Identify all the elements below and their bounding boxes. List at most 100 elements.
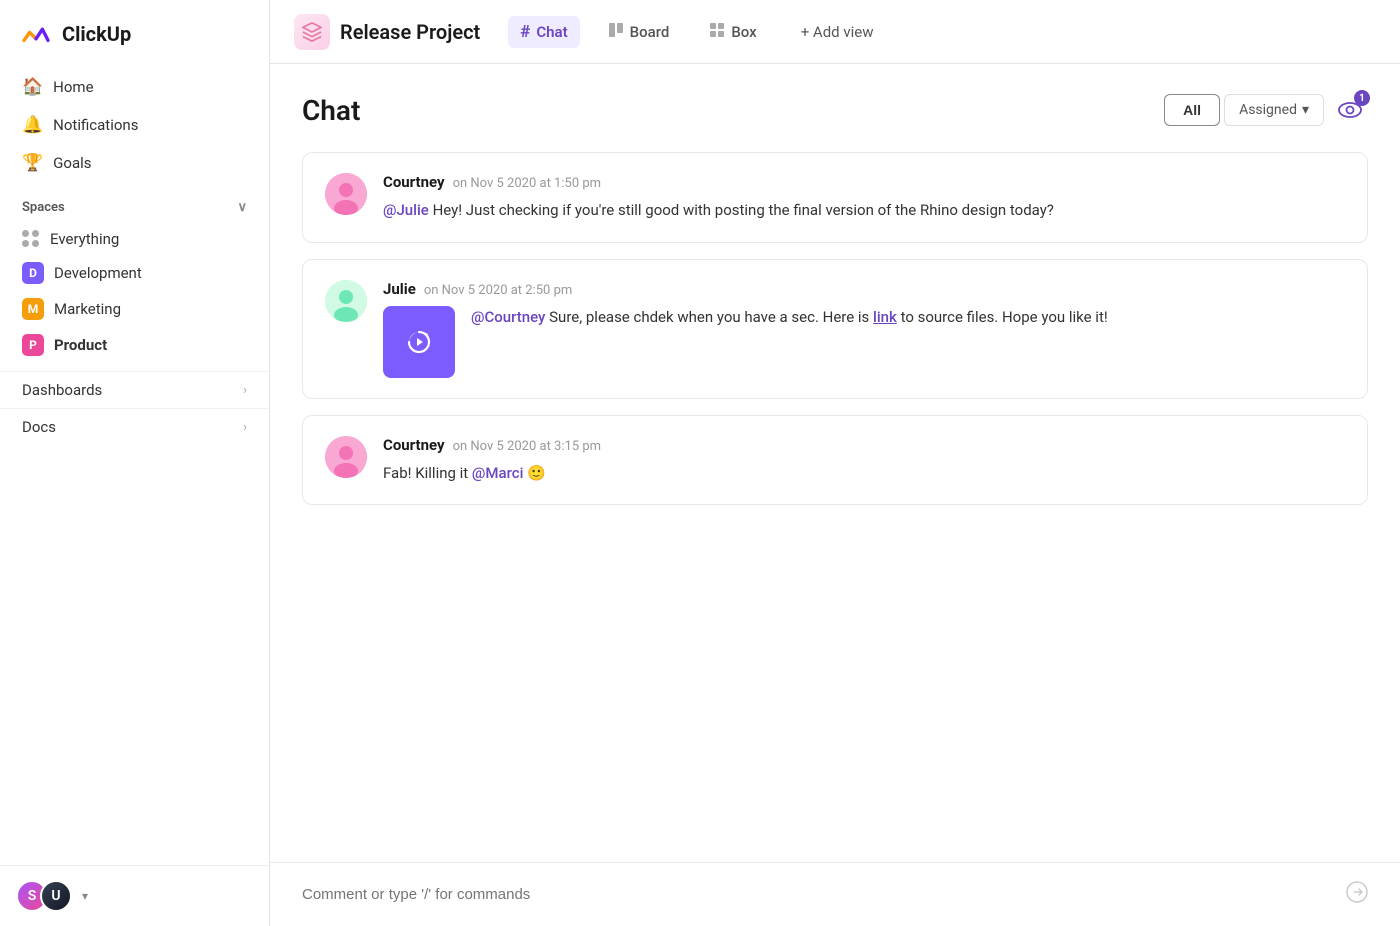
sidebar-item-development[interactable]: D Development: [10, 255, 259, 291]
message-3-author: Courtney: [383, 436, 445, 454]
sidebar-nav: 🏠 Home 🔔 Notifications 🏆 Goals: [0, 64, 269, 186]
avatar-dropdown-icon[interactable]: ▾: [82, 889, 88, 903]
messages-list: Courtney on Nov 5 2020 at 1:50 pm @Julie…: [302, 152, 1368, 862]
chat-header: Chat All Assigned ▾ 1: [302, 92, 1368, 128]
mention-courtney: @Courtney: [471, 308, 545, 326]
message-1-text: @Julie Hey! Just checking if you're stil…: [383, 199, 1345, 222]
product-badge: P: [22, 334, 44, 356]
sidebar-item-marketing[interactable]: M Marketing: [10, 291, 259, 327]
chat-filters: All Assigned ▾: [1164, 94, 1324, 126]
box-tab-label: Box: [731, 23, 756, 41]
tab-chat[interactable]: # Chat: [508, 16, 579, 48]
trophy-icon: 🏆: [22, 153, 43, 173]
dashboards-chevron-icon: ›: [243, 383, 247, 398]
sidebar-item-product-label: Product: [54, 336, 107, 354]
message-2-body: Sure, please chdek when you have a sec. …: [549, 308, 873, 326]
sidebar-item-marketing-label: Marketing: [54, 300, 121, 318]
message-1-time: on Nov 5 2020 at 1:50 pm: [453, 176, 601, 191]
message-1-body: Hey! Just checking if you're still good …: [433, 201, 1054, 219]
chat-title: Chat: [302, 94, 360, 127]
chat-tab-label: Chat: [536, 23, 567, 41]
bell-icon: 🔔: [22, 115, 43, 135]
message-3-meta: Courtney on Nov 5 2020 at 3:15 pm: [383, 436, 1345, 454]
assigned-label: Assigned: [1239, 102, 1297, 118]
message-2-body-2: to source files. Hope you like it!: [901, 308, 1108, 326]
project-info: Release Project: [294, 14, 480, 50]
source-link[interactable]: link: [873, 308, 897, 326]
sidebar-item-everything-label: Everything: [50, 230, 119, 248]
add-view-label: + Add view: [801, 23, 874, 41]
spaces-list: Everything D Development M Marketing P P…: [0, 223, 269, 363]
project-icon: [294, 14, 330, 50]
board-tab-label: Board: [630, 23, 670, 41]
message-2: Julie on Nov 5 2020 at 2:50 pm @: [302, 259, 1368, 399]
message-1-meta: Courtney on Nov 5 2020 at 1:50 pm: [383, 173, 1345, 191]
message-3-emoji: 🙂: [527, 464, 546, 482]
topbar: Release Project # Chat Board Box + Add v…: [270, 0, 1400, 64]
logo-text: ClickUp: [62, 22, 131, 46]
spaces-section-header[interactable]: Spaces ∨: [0, 186, 269, 223]
chat-area: Chat All Assigned ▾ 1: [270, 64, 1400, 862]
attachment-thumbnail[interactable]: [383, 306, 455, 378]
avatar-user-2[interactable]: U: [40, 880, 72, 912]
sidebar-item-dashboards[interactable]: Dashboards ›: [0, 371, 269, 408]
comment-input[interactable]: [302, 886, 1334, 903]
home-icon: 🏠: [22, 77, 43, 97]
user-avatar-stack: S U: [16, 880, 72, 912]
filter-assigned-button[interactable]: Assigned ▾: [1224, 94, 1324, 126]
sidebar-bottom: S U ▾: [0, 865, 269, 926]
board-tab-icon: [608, 22, 624, 42]
message-3-text: Fab! Killing it @Marci 🙂: [383, 462, 1345, 485]
message-2-text: @Courtney Sure, please chdek when you ha…: [471, 306, 1108, 329]
sidebar-item-product[interactable]: P Product: [10, 327, 259, 363]
message-2-author: Julie: [383, 280, 416, 298]
sidebar-item-docs[interactable]: Docs ›: [0, 408, 269, 445]
sidebar: ClickUp 🏠 Home 🔔 Notifications 🏆 Goals S…: [0, 0, 270, 926]
avatar-julie: [325, 280, 367, 322]
spaces-label: Spaces: [22, 200, 65, 215]
message-1-author: Courtney: [383, 173, 445, 191]
message-3-content: Courtney on Nov 5 2020 at 3:15 pm Fab! K…: [383, 436, 1345, 485]
tab-box[interactable]: Box: [697, 16, 768, 48]
sidebar-item-home-label: Home: [53, 78, 93, 96]
message-2-meta: Julie on Nov 5 2020 at 2:50 pm: [383, 280, 1345, 298]
sidebar-item-everything[interactable]: Everything: [10, 223, 259, 255]
logo[interactable]: ClickUp: [0, 0, 269, 64]
avatar-courtney-2: [325, 436, 367, 478]
message-3-time: on Nov 5 2020 at 3:15 pm: [453, 439, 601, 454]
mention-julie: @Julie: [383, 201, 429, 219]
sidebar-item-development-label: Development: [54, 264, 142, 282]
dashboards-label: Dashboards: [22, 381, 102, 399]
watch-badge: 1: [1354, 90, 1370, 106]
message-2-content: Julie on Nov 5 2020 at 2:50 pm @: [383, 280, 1345, 378]
sidebar-item-goals-label: Goals: [53, 154, 91, 172]
avatar-courtney-1: [325, 173, 367, 215]
box-tab-icon: [709, 22, 725, 42]
marketing-badge: M: [22, 298, 44, 320]
chat-tab-icon: #: [520, 22, 530, 42]
sidebar-item-notifications[interactable]: 🔔 Notifications: [12, 106, 257, 144]
message-1: Courtney on Nov 5 2020 at 1:50 pm @Julie…: [302, 152, 1368, 243]
comment-send-icon[interactable]: [1346, 881, 1368, 908]
sidebar-item-notifications-label: Notifications: [53, 116, 138, 134]
project-title: Release Project: [340, 20, 480, 44]
add-view-button[interactable]: + Add view: [789, 17, 886, 47]
sidebar-item-goals[interactable]: 🏆 Goals: [12, 144, 257, 182]
message-3-body: Fab! Killing it: [383, 464, 472, 482]
docs-chevron-icon: ›: [243, 420, 247, 435]
spaces-chevron-icon: ∨: [237, 200, 247, 215]
development-badge: D: [22, 262, 44, 284]
watch-icon-container: 1: [1332, 92, 1368, 128]
message-2-attachment-area: @Courtney Sure, please chdek when you ha…: [383, 306, 1345, 378]
assigned-chevron-icon: ▾: [1302, 102, 1309, 118]
docs-label: Docs: [22, 418, 56, 436]
mention-marci: @Marci: [472, 464, 523, 482]
filter-all-button[interactable]: All: [1164, 94, 1220, 126]
everything-icon: [22, 230, 40, 248]
comment-bar: [270, 862, 1400, 926]
tab-board[interactable]: Board: [596, 16, 682, 48]
message-2-time: on Nov 5 2020 at 2:50 pm: [424, 283, 572, 298]
sidebar-expandables: Dashboards › Docs ›: [0, 371, 269, 445]
sidebar-item-home[interactable]: 🏠 Home: [12, 68, 257, 106]
clickup-logo-icon: [20, 18, 52, 50]
